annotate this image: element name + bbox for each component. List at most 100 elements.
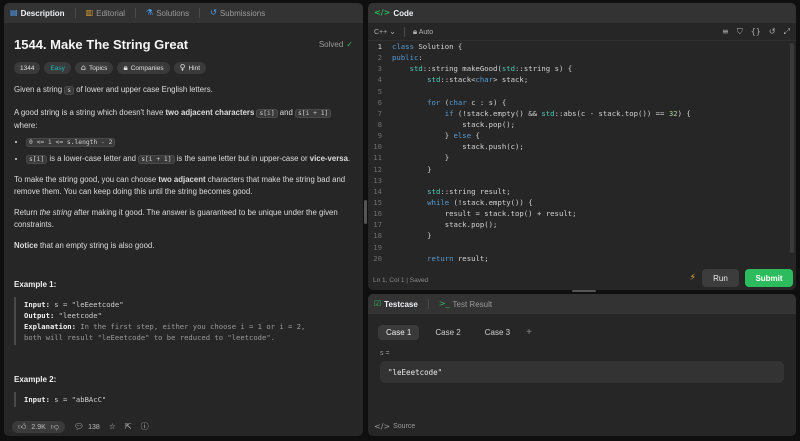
description-panel: ▤ Description ▥ Editorial ⚗ Solutions ↺ … <box>4 3 363 436</box>
code-line[interactable]: 1 class Solution { <box>368 41 796 52</box>
add-case-icon[interactable]: + <box>526 327 532 338</box>
share-icon[interactable]: ⇱ <box>125 423 132 431</box>
line-number: 19 <box>373 242 382 252</box>
line-number: 13 <box>373 175 382 185</box>
code-line[interactable]: 19 <box>368 242 796 253</box>
lock-icon: 🔒︎ <box>123 63 128 72</box>
line-number: 17 <box>373 220 382 230</box>
code-line[interactable]: 13 <box>368 175 796 186</box>
problem-title[interactable]: 1544. Make The String Great <box>14 37 188 52</box>
list-item: 0 <= i <= s.length - 2 <box>26 136 353 149</box>
editor-tools: ≡ ⛉ {} ↺ ⤢ <box>722 27 790 36</box>
code-line[interactable]: 11 } <box>368 152 796 163</box>
code-line[interactable]: 8 stack.pop(); <box>368 119 796 130</box>
code-text: std::string result; <box>427 186 511 196</box>
code-line[interactable]: 10 stack.push(c); <box>368 141 796 152</box>
auto-mode[interactable]: 🔒︎ Auto <box>413 27 433 36</box>
code-line[interactable]: 14 std::string result; <box>368 186 796 197</box>
line-number: 7 <box>377 108 382 118</box>
code-line[interactable]: 6 for (char c : s) { <box>368 97 796 108</box>
case-tab-1[interactable]: Case 1 <box>378 325 420 340</box>
hint-button[interactable]: ♀ Hint <box>173 62 207 74</box>
vertical-resize-handle[interactable] <box>364 200 367 224</box>
file-icon: ▤ <box>10 8 18 17</box>
problem-description: 1544. Make The String Great Solved ✓ 134… <box>4 23 363 418</box>
code-text: stack.push(c); <box>392 142 524 152</box>
code-line[interactable]: 3 std::string makeGood(std::string s) { <box>368 63 796 74</box>
tab-editorial[interactable]: ▥ Editorial <box>86 9 125 18</box>
code-text: } <box>392 164 432 174</box>
topics-button[interactable]: ⌂ Topics <box>74 62 114 74</box>
tab-solutions[interactable]: ⚗ Solutions <box>146 9 189 18</box>
line-number: 12 <box>373 164 382 174</box>
code-text: } <box>392 231 432 241</box>
line-number: 11 <box>373 153 382 163</box>
like-dislike-group: 👍︎ 2.9K 👎︎ <box>12 421 65 433</box>
example-box: Input: s = "abBAcC" <box>14 392 353 407</box>
description-footer: 👍︎ 2.9K 👎︎ 💬︎ 138 ☆ ⇱ ⓘ <box>4 418 363 436</box>
code-line[interactable]: 12 } <box>368 164 796 175</box>
reset-icon[interactable]: ↺ <box>769 27 776 36</box>
thumbs-up-icon[interactable]: 👍︎ <box>18 423 26 431</box>
line-number: 9 <box>377 131 382 141</box>
thumbs-down-icon[interactable]: 👎︎ <box>51 423 59 431</box>
tab-test-result[interactable]: >_ Test Result <box>439 300 492 309</box>
expand-icon[interactable]: ⤢ <box>784 27 790 36</box>
case-tab-3[interactable]: Case 3 <box>477 325 518 340</box>
tab-submissions[interactable]: ↺ Submissions <box>210 9 265 18</box>
run-button[interactable]: Run <box>702 269 739 287</box>
format-icon[interactable]: ≡ <box>722 27 729 36</box>
paragraph: A good string is a string which doesn't … <box>14 107 353 132</box>
code-line[interactable]: 7 if (!stack.empty() && std::abs(c - sta… <box>368 108 796 119</box>
code-line[interactable]: 15 while (!stack.empty()) { <box>368 197 796 208</box>
check-circle-icon: ✓ <box>346 39 353 49</box>
line-number: 8 <box>377 119 382 129</box>
code-text: std::string makeGood(std::string s) { <box>409 64 573 74</box>
code-line[interactable]: 20 return result; <box>368 253 796 264</box>
problem-number-badge: 1344 <box>14 62 41 74</box>
constraints-list: 0 <= i <= s.length - 2 s[i] is a lower-c… <box>14 136 353 166</box>
editor-scrollbar[interactable] <box>790 43 794 253</box>
line-number: 14 <box>373 186 382 196</box>
case-tab-2[interactable]: Case 2 <box>427 325 468 340</box>
braces-icon[interactable]: {} <box>751 27 761 36</box>
code-line[interactable]: 16 result = stack.top() + result; <box>368 208 796 219</box>
lightbulb-icon: ♀ <box>179 63 186 72</box>
star-icon[interactable]: ☆ <box>109 423 116 431</box>
terminal-icon: >_ <box>438 299 450 308</box>
tab-code[interactable]: </> Code <box>374 9 413 18</box>
bookmark-icon[interactable]: ⛉ <box>737 27 743 36</box>
code-line[interactable]: 4 std::stack<char> stack; <box>368 74 796 85</box>
language-select[interactable]: C++ ⌄ <box>374 27 396 36</box>
code-text: result = stack.top() + result; <box>392 209 577 219</box>
code-line[interactable]: 2 public: <box>368 52 796 63</box>
history-icon: ↺ <box>210 8 217 17</box>
code-editor[interactable]: 1 class Solution {2 public: 3 std::string m… <box>368 41 796 264</box>
input-variable-field[interactable]: "leEeetcode" <box>380 361 784 383</box>
code-text: while (!stack.empty()) { <box>427 197 533 207</box>
tab-description[interactable]: ▤ Description <box>10 9 65 18</box>
tab-divider <box>199 8 201 18</box>
book-icon: ▥ <box>85 8 94 17</box>
help-icon[interactable]: ⓘ <box>141 423 149 431</box>
comment-icon[interactable]: 💬︎ <box>74 423 84 431</box>
line-number: 18 <box>373 231 382 241</box>
problem-badges: 1344 Easy ⌂ Topics 🔒︎ Companies ♀ Hint <box>14 62 353 74</box>
tab-testcase[interactable]: ☑ Testcase <box>374 300 418 309</box>
code-line[interactable]: 17 stack.pop(); <box>368 219 796 230</box>
companies-button[interactable]: 🔒︎ Companies <box>117 62 170 74</box>
bolt-icon[interactable]: ⚡︎ <box>690 272 696 283</box>
code-line[interactable]: 9 } else { <box>368 130 796 141</box>
code-icon: </> <box>374 422 391 431</box>
horizontal-resize-handle[interactable] <box>572 290 596 292</box>
submit-button[interactable]: Submit <box>745 269 793 287</box>
line-number: 15 <box>373 197 382 207</box>
code-line[interactable]: 18 } <box>368 230 796 241</box>
code-line[interactable]: 5 <box>368 86 796 97</box>
editor-status: Ln 1, Col 1 | Saved <box>373 277 429 284</box>
line-number: 3 <box>377 64 382 74</box>
paragraph: Return the string after making it good. … <box>14 208 338 229</box>
code-text: std::stack<char> stack; <box>427 75 529 85</box>
line-number: 4 <box>377 75 382 85</box>
source-link[interactable]: </> Source <box>374 423 415 431</box>
